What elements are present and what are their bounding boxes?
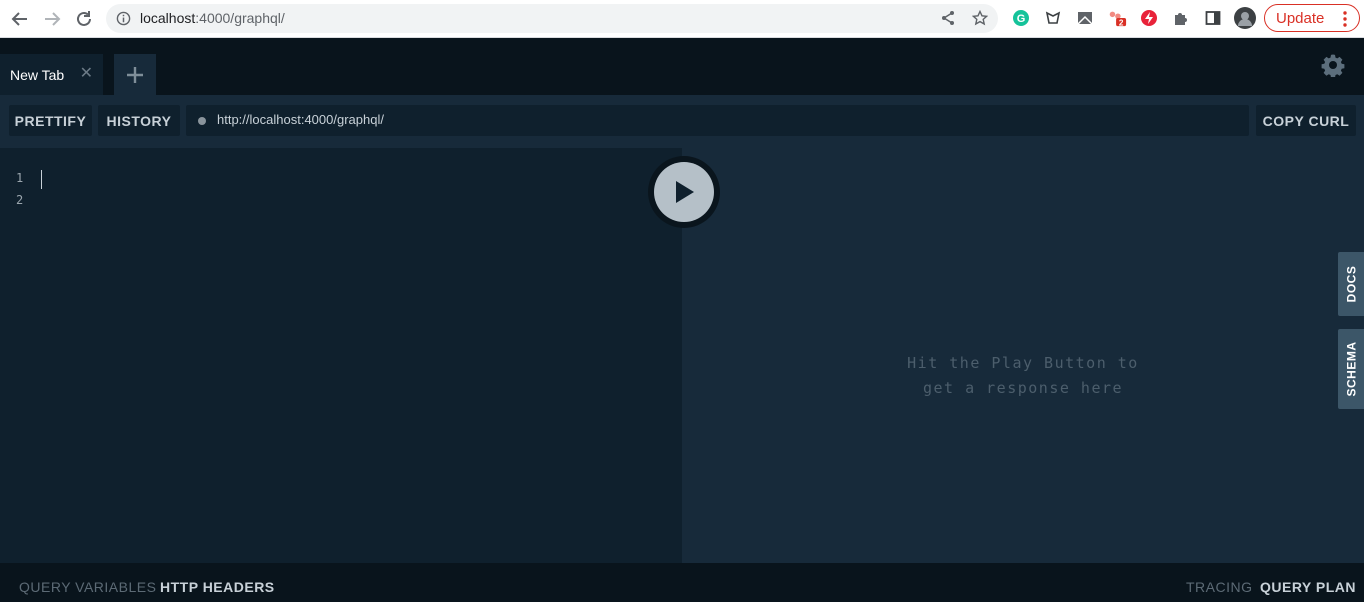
result-hint: Hit the Play Button to get a response he… [907,354,1139,397]
share-icon[interactable] [940,10,956,31]
address-url: localhost:4000/graphql/ [140,10,285,26]
back-arrow-icon[interactable] [8,7,32,31]
docs-tab[interactable]: DOCS [1338,252,1364,316]
copy-curl-button[interactable]: COPY CURL [1256,105,1356,136]
endpoint-input[interactable]: http://localhost:4000/graphql/ [186,105,1249,136]
more-vert-icon [1343,11,1347,31]
extension-icon[interactable] [1043,8,1063,28]
query-plan-tab[interactable]: QUERY PLAN [1260,579,1356,595]
line-number: 1 [16,171,24,185]
profile-avatar[interactable] [1234,7,1256,29]
play-button[interactable] [654,162,714,222]
svg-text:G: G [1017,13,1026,25]
grammarly-icon[interactable]: G [1011,8,1031,28]
info-icon[interactable] [116,11,131,31]
extension-icon[interactable]: 2 [1107,8,1127,28]
text-cursor [41,170,42,189]
history-button[interactable]: HISTORY [98,105,180,136]
status-dot [198,117,206,125]
endpoint-url: http://localhost:4000/graphql/ [217,112,384,127]
update-button[interactable]: Update [1264,4,1360,32]
playground-tab-bar: New Tab ✕ [0,38,1364,95]
tab-new-tab[interactable]: New Tab ✕ [0,54,103,95]
bottom-bar: QUERY VARIABLES HTTP HEADERS TRACING QUE… [0,563,1364,602]
play-icon [676,181,694,203]
reload-icon[interactable] [72,7,96,31]
svg-text:2: 2 [1119,18,1124,27]
schema-tab[interactable]: SCHEMA [1338,329,1364,409]
play-button-ring [648,156,720,228]
prettify-button[interactable]: PRETTIFY [9,105,92,136]
sidebar-icon[interactable] [1203,8,1223,28]
tracing-tab[interactable]: TRACING [1186,579,1253,595]
gear-icon[interactable] [1321,53,1345,82]
address-bar[interactable]: localhost:4000/graphql/ [106,4,998,33]
result-pane: Hit the Play Button to get a response he… [682,148,1364,563]
forward-arrow-icon[interactable] [40,7,64,31]
http-headers-tab[interactable]: HTTP HEADERS [160,579,275,595]
close-icon[interactable]: ✕ [80,66,93,82]
browser-toolbar: localhost:4000/graphql/ G 2 Update [0,0,1364,38]
tab-label: New Tab [10,66,65,83]
playground-toolbar: PRETTIFY HISTORY http://localhost:4000/g… [0,95,1364,148]
star-icon[interactable] [971,9,989,31]
query-variables-tab[interactable]: QUERY VARIABLES [19,579,156,595]
line-number: 2 [16,193,24,207]
extension-icon[interactable] [1139,8,1159,28]
extension-icon[interactable] [1075,8,1095,28]
plus-icon [127,66,143,83]
query-editor[interactable]: 1 2 [0,148,682,563]
add-tab-button[interactable] [114,54,156,95]
puzzle-icon[interactable] [1171,8,1191,28]
